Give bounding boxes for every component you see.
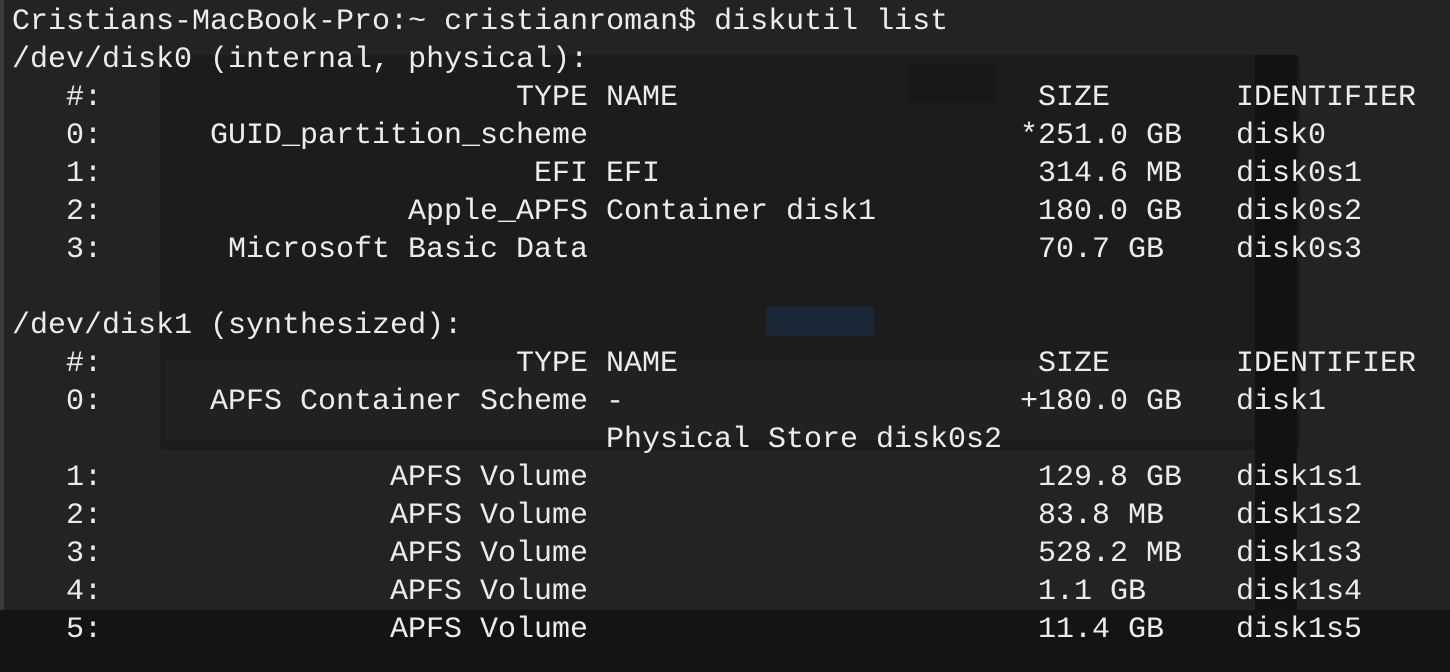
partition-identifier: disk1s1 [1236, 461, 1363, 495]
partition-row: 3: Microsoft Basic Data 70.7 GB disk0s3 [12, 231, 1432, 269]
partition-size: 129.8 GB [1038, 461, 1183, 495]
partition-num: 0: [66, 119, 103, 153]
partition-row: 4: APFS Volume 1.1 GB disk1s4 [12, 573, 1432, 611]
partition-num: 3: [66, 233, 103, 267]
partition-num: 2: [66, 195, 103, 229]
partition-name: - [606, 385, 625, 419]
partition-row: 2: Apple_APFS Container disk1 180.0 GB disk0… [12, 193, 1432, 231]
partition-num: 1: [66, 461, 103, 495]
partition-type: APFS Container Scheme [209, 385, 588, 419]
partition-num: 1: [66, 157, 103, 191]
partition-num: 5: [66, 613, 103, 647]
partition-type: APFS Volume [389, 575, 588, 609]
partition-size: *251.0 GB [1020, 119, 1183, 153]
partition-identifier: disk0s2 [1236, 195, 1363, 229]
partition-row: 1: APFS Volume 129.8 GB disk1s1 [12, 459, 1432, 497]
partition-note: Physical Store disk0s2 [12, 421, 1432, 459]
prompt-text: Cristians-MacBook-Pro:~ cristianroman$ d… [12, 5, 949, 39]
disk-header: /dev/disk0 (internal, physical): [12, 41, 1432, 79]
command-prompt: Cristians-MacBook-Pro:~ cristianroman$ d… [12, 3, 1432, 41]
partition-name: EFI [606, 157, 661, 191]
header-identifier: IDENTIFIER [1236, 347, 1417, 381]
partition-num: 4: [66, 575, 103, 609]
physical-store: Physical Store disk0s2 [606, 423, 1003, 457]
partition-type: Microsoft Basic Data [227, 233, 588, 267]
column-header: #: TYPE NAME SIZE IDENTIFIER [12, 345, 1432, 383]
header-size: SIZE [1038, 81, 1111, 115]
partition-type: APFS Volume [389, 461, 588, 495]
partition-identifier: disk0s1 [1236, 157, 1363, 191]
header-num: #: [66, 347, 103, 381]
partition-size: +180.0 GB [1020, 385, 1183, 419]
header-num: #: [66, 81, 103, 115]
partition-identifier: disk1s4 [1236, 575, 1363, 609]
partition-identifier: disk0s3 [1236, 233, 1363, 267]
partition-row: 0: GUID_partition_scheme *251.0 GB disk0 [12, 117, 1432, 155]
partition-row: 0: APFS Container Scheme - +180.0 GB disk1 [12, 383, 1432, 421]
partition-identifier: disk1s5 [1236, 613, 1363, 647]
partition-num: 3: [66, 537, 103, 571]
partition-size: 83.8 MB [1038, 499, 1165, 533]
partition-type: APFS Volume [389, 499, 588, 533]
partition-type: GUID_partition_scheme [209, 119, 588, 153]
disk-header: /dev/disk1 (synthesized): [12, 307, 1432, 345]
partition-row: 3: APFS Volume 528.2 MB disk1s3 [12, 535, 1432, 573]
partition-name: Container disk1 [606, 195, 877, 229]
header-identifier: IDENTIFIER [1236, 81, 1417, 115]
header-type: TYPE [515, 347, 588, 381]
partition-identifier: disk0 [1236, 119, 1327, 153]
partition-identifier: disk1s2 [1236, 499, 1363, 533]
column-header: #: TYPE NAME SIZE IDENTIFIER [12, 79, 1432, 117]
partition-identifier: disk1s3 [1236, 537, 1363, 571]
disk-title: /dev/disk1 (synthesized): [12, 309, 463, 343]
partition-num: 2: [66, 499, 103, 533]
partition-size: 70.7 GB [1038, 233, 1165, 267]
partition-row: 2: APFS Volume 83.8 MB disk1s2 [12, 497, 1432, 535]
partition-type: APFS Volume [389, 537, 588, 571]
disk-title: /dev/disk0 (internal, physical): [12, 43, 589, 77]
partition-type: Apple_APFS [407, 195, 588, 229]
partition-type: APFS Volume [389, 613, 588, 647]
partition-identifier: disk1 [1236, 385, 1327, 419]
header-size: SIZE [1038, 347, 1111, 381]
partition-type: EFI [533, 157, 588, 191]
partition-size: 528.2 MB [1038, 537, 1183, 571]
partition-size: 11.4 GB [1038, 613, 1165, 647]
partition-size: 314.6 MB [1038, 157, 1183, 191]
window-edge [0, 0, 4, 610]
partition-row: 5: APFS Volume 11.4 GB disk1s5 [12, 611, 1432, 649]
header-type: TYPE [515, 81, 588, 115]
partition-num: 0: [66, 385, 103, 419]
header-name: NAME [606, 81, 679, 115]
partition-size: 1.1 GB [1038, 575, 1147, 609]
partition-size: 180.0 GB [1038, 195, 1183, 229]
partition-row: 1: EFI EFI 314.6 MB disk0s1 [12, 155, 1432, 193]
header-name: NAME [606, 347, 679, 381]
